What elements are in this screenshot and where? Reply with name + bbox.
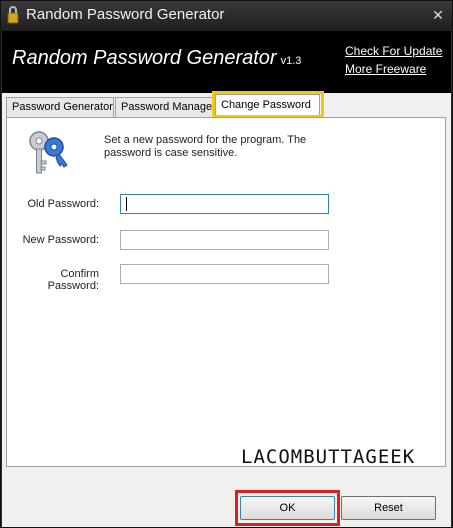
window-title: Random Password Generator [26,6,225,23]
ok-button[interactable]: OK [240,496,335,520]
new-password-label: New Password: [22,234,99,246]
change-password-panel: Set a new password for the program. The … [6,117,446,467]
app-header: Random Password Generator v1.3 Check For … [2,31,451,93]
new-password-field[interactable] [120,230,329,250]
header-title: Random Password Generator v1.3 [12,47,301,70]
old-password-field[interactable] [120,194,329,214]
check-update-link[interactable]: Check For Update [345,44,442,58]
app-window: Random Password Generator ✕ Random Passw… [0,0,453,528]
keys-icon [29,131,68,174]
content-area: Password Generator Password Manager Chan… [2,91,451,527]
old-password-label: Old Password: [27,198,99,210]
confirm-password-field[interactable] [120,264,329,284]
tab-change-password[interactable]: Change Password [215,94,320,117]
close-icon[interactable]: ✕ [430,7,446,23]
tab-password-manager[interactable]: Password Manager [115,97,216,117]
header-version: v1.3 [280,55,302,67]
watermark-signature: LACOMBUTTAGEEK [241,446,416,468]
change-password-description: Set a new password for the program. The … [104,134,307,159]
confirm-password-label: Confirm Password: [47,268,99,292]
tab-password-generator[interactable]: Password Generator [6,97,114,117]
reset-button[interactable]: Reset [341,496,436,520]
app-lock-icon [7,6,19,24]
header-title-text: Random Password Generator [12,47,277,69]
text-caret [126,197,127,211]
more-freeware-link[interactable]: More Freeware [345,62,426,76]
title-bar[interactable]: Random Password Generator ✕ [1,1,452,31]
